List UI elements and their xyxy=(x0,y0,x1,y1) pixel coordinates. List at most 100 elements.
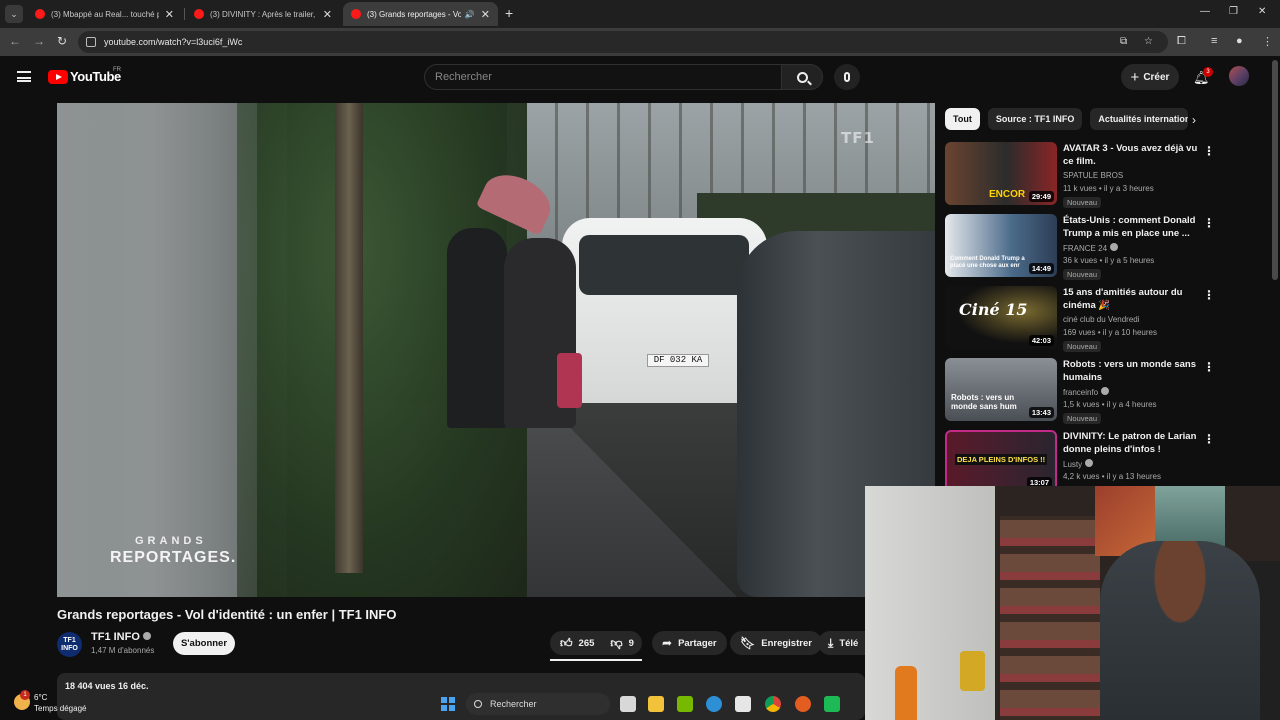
chip-international-news[interactable]: Actualités internation xyxy=(1090,108,1189,130)
new-tab-icon[interactable]: + xyxy=(505,5,513,21)
minimize-icon[interactable]: — xyxy=(1200,6,1210,17)
restore-icon[interactable]: ❐ xyxy=(1229,6,1238,17)
reload-icon[interactable]: ↻ xyxy=(57,34,67,48)
browser-tab-2[interactable]: (3) DIVINITY : Après le trailer, L ✕ xyxy=(186,2,340,26)
store-icon[interactable] xyxy=(735,696,751,712)
app-icon[interactable] xyxy=(824,696,840,712)
cast-icon[interactable]: ⧉ xyxy=(1120,36,1127,47)
more-actions-icon[interactable]: ⋮ xyxy=(1203,216,1215,230)
back-arrow-icon[interactable]: ← xyxy=(9,34,21,48)
bookmark-star-icon[interactable]: ☆ xyxy=(1144,36,1153,47)
recommendation-title[interactable]: 15 ans d'amitiés autour du cinéma 🎉 xyxy=(1063,286,1201,312)
share-icon: ➦ xyxy=(662,636,673,650)
thumbs-down-icon[interactable]: 👎︎ xyxy=(610,636,622,651)
video-player[interactable]: DF 032 KA TF1 GRANDS REPORTAGES. xyxy=(57,103,935,597)
weather-widget[interactable]: 1 6°C Temps dégagé xyxy=(10,690,110,720)
site-info-icon[interactable] xyxy=(86,37,96,47)
chip-source[interactable]: Source : TF1 INFO xyxy=(987,108,1083,130)
hamburger-menu-icon[interactable] xyxy=(17,71,31,82)
edge-icon[interactable] xyxy=(706,696,722,712)
scene-person-1 xyxy=(447,228,507,428)
dislike-count[interactable]: 9 xyxy=(629,638,634,649)
profile-icon[interactable]: ● xyxy=(1236,35,1243,47)
region-code: FR xyxy=(113,67,121,73)
recommendation-channel[interactable]: Lusty xyxy=(1063,459,1094,469)
thumbs-up-icon[interactable]: 👍︎ xyxy=(560,636,573,651)
search-button[interactable] xyxy=(781,64,823,90)
search-input[interactable] xyxy=(425,65,765,89)
video-thumbnail[interactable]: Comment Donald Trump a placé une chose a… xyxy=(945,214,1057,277)
taskbar-search[interactable]: Rechercher xyxy=(466,693,610,715)
file-explorer-icon[interactable] xyxy=(648,696,664,712)
share-button[interactable]: ➦ Partager xyxy=(652,631,727,655)
tab-search-button[interactable]: ⌄ xyxy=(5,5,23,23)
bookmark-icon: 🔖︎ xyxy=(740,636,756,650)
recommendation-item[interactable]: Ciné 15 42:03 15 ans d'amitiés autour du… xyxy=(945,286,1225,352)
close-tab-icon[interactable]: ✕ xyxy=(159,8,174,21)
verified-icon xyxy=(142,632,151,640)
download-label: Télé xyxy=(839,637,859,649)
channel-name[interactable]: Lusty xyxy=(1063,460,1082,469)
more-actions-icon[interactable]: ⋮ xyxy=(1203,432,1215,446)
channel-name[interactable]: franceinfo xyxy=(1063,388,1098,397)
recommendation-channel[interactable]: SPATULE BROS xyxy=(1063,171,1123,180)
media-control-icon[interactable]: ≡ xyxy=(1211,35,1217,47)
recommendation-item[interactable]: Robots : vers un monde sans hum 13:43 Ro… xyxy=(945,358,1225,424)
channel-name[interactable]: TF1 INFO xyxy=(91,631,140,643)
chevron-right-icon[interactable]: › xyxy=(1192,113,1196,127)
browser-tab-3-active[interactable]: (3) Grands reportages - Vol 🔊 ✕ xyxy=(343,2,498,26)
windows-start-icon[interactable] xyxy=(441,697,455,711)
audio-playing-icon[interactable]: 🔊 xyxy=(465,10,475,19)
more-actions-icon[interactable]: ⋮ xyxy=(1203,144,1215,158)
subscribe-button[interactable]: S'abonner xyxy=(173,632,235,655)
extensions-icon[interactable]: ⧠ xyxy=(1177,35,1186,48)
more-actions-icon[interactable]: ⋮ xyxy=(1203,288,1215,302)
create-button[interactable]: + Créer xyxy=(1121,64,1179,90)
webcam-jar xyxy=(960,651,985,691)
video-thumbnail[interactable]: Ciné 15 42:03 xyxy=(945,286,1057,349)
recommendation-channel[interactable]: franceinfo xyxy=(1063,387,1110,397)
task-view-icon[interactable] xyxy=(620,696,636,712)
youtube-logo[interactable]: YouTube xyxy=(48,69,121,84)
recommendation-title[interactable]: AVATAR 3 - Vous avez déjà vu ce film. xyxy=(1063,142,1201,168)
weather-badge: 1 xyxy=(20,690,30,700)
forward-arrow-icon[interactable]: → xyxy=(33,34,45,48)
channel-name[interactable]: FRANCE 24 xyxy=(1063,244,1107,253)
video-thumbnail[interactable]: DEJA PLEINS D'INFOS !! 13:07 xyxy=(945,430,1057,493)
search-box[interactable] xyxy=(424,64,781,90)
browser-tab-1[interactable]: (3) Mbappé au Real... touché p ✕ xyxy=(27,2,182,26)
webcam-person xyxy=(1100,541,1260,720)
tab-separator xyxy=(184,8,185,20)
recommendation-title[interactable]: Robots : vers un monde sans humains xyxy=(1063,358,1201,384)
recommendation-channel[interactable]: FRANCE 24 xyxy=(1063,243,1119,253)
video-thumbnail[interactable]: ENCOR 29:49 xyxy=(945,142,1057,205)
close-tab-icon[interactable]: ✕ xyxy=(317,8,332,21)
recommendation-title[interactable]: États-Unis : comment Donald Trump a mis … xyxy=(1063,214,1201,240)
download-button[interactable]: ⤓ Télé xyxy=(818,631,865,655)
recommendation-channel[interactable]: ciné club du Vendredi xyxy=(1063,315,1140,324)
save-label: Enregistrer xyxy=(761,637,812,649)
close-window-icon[interactable]: ✕ xyxy=(1258,6,1266,17)
url-text[interactable]: youtube.com/watch?v=l3uci6f_iWc xyxy=(104,37,242,47)
account-avatar[interactable] xyxy=(1229,66,1249,86)
chip-all[interactable]: Tout xyxy=(945,108,980,130)
nvidia-icon[interactable] xyxy=(677,696,693,712)
video-thumbnail[interactable]: Robots : vers un monde sans hum 13:43 xyxy=(945,358,1057,421)
close-tab-icon[interactable]: ✕ xyxy=(475,8,490,21)
save-button[interactable]: 🔖︎ Enregistrer xyxy=(730,631,822,655)
chrome-icon[interactable] xyxy=(765,696,781,712)
more-actions-icon[interactable]: ⋮ xyxy=(1203,360,1215,374)
browser-menu-icon[interactable]: ⋮ xyxy=(1262,35,1273,48)
recommendation-title[interactable]: DIVINITY: Le patron de Larian donne plei… xyxy=(1063,430,1201,456)
voice-search-button[interactable] xyxy=(834,64,860,90)
recommendation-item[interactable]: Comment Donald Trump a placé une chose a… xyxy=(945,214,1225,280)
address-bar[interactable]: youtube.com/watch?v=l3uci6f_iWc ⧉ ☆ xyxy=(78,31,1168,53)
channel-avatar[interactable]: TF1 INFO xyxy=(57,632,82,657)
show-watermark-bottom: REPORTAGES. xyxy=(110,549,237,566)
channel-name-row[interactable]: TF1 INFO xyxy=(91,631,151,643)
like-count[interactable]: 265 xyxy=(579,638,595,649)
firefox-icon[interactable] xyxy=(795,696,811,712)
webcam-bottle xyxy=(895,666,917,720)
page-scrollbar[interactable] xyxy=(1272,60,1278,280)
recommendation-item[interactable]: ENCOR 29:49 AVATAR 3 - Vous avez déjà vu… xyxy=(945,142,1225,208)
